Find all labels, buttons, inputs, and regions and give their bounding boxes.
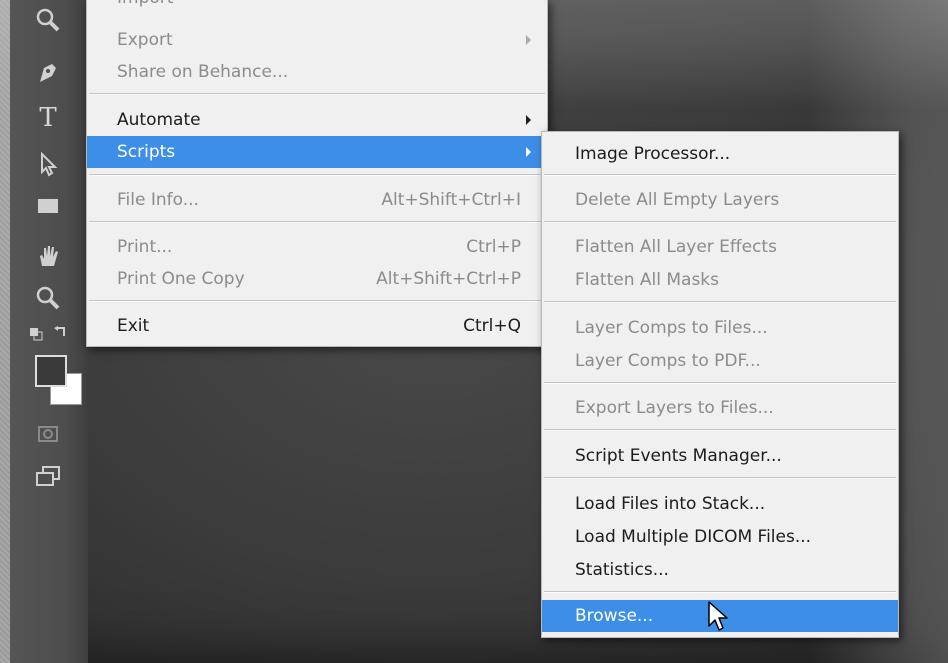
menu-item-label: Layer Comps to Files... (575, 318, 768, 338)
menu-item-export[interactable]: Export (87, 24, 547, 56)
menu-item-label: Export Layers to Files... (575, 398, 774, 418)
menu-separator (544, 174, 896, 176)
menu-separator (544, 429, 896, 431)
menu-item-import[interactable]: Import (87, 0, 547, 14)
menu-item-label: Layer Comps to PDF... (575, 351, 761, 371)
path-select-icon[interactable] (32, 150, 64, 182)
menu-item-script-events-manager[interactable]: Script Events Manager... (542, 440, 898, 472)
menu-item-label: Print... (117, 237, 173, 257)
menu-item-shortcut: Ctrl+Q (463, 316, 521, 336)
menu-item-statistics[interactable]: Statistics... (542, 554, 898, 586)
menu-item-layer-comps-pdf[interactable]: Layer Comps to PDF... (542, 345, 898, 377)
menu-item-print-one-copy[interactable]: Print One Copy Alt+Shift+Ctrl+P (87, 263, 547, 295)
menu-item-shortcut: Alt+Shift+Ctrl+I (381, 190, 521, 210)
menu-item-shortcut: Ctrl+P (466, 237, 521, 257)
hand-icon[interactable] (32, 242, 64, 274)
menu-item-label: Exit (117, 316, 150, 336)
swap-colors-icon[interactable] (24, 322, 74, 354)
chevron-right-icon (526, 147, 531, 157)
menu-item-label: Share on Behance... (117, 62, 289, 82)
scripts-submenu: Image Processor... Delete All Empty Laye… (541, 131, 899, 638)
zoom-icon[interactable] (32, 6, 64, 38)
chevron-right-icon (526, 35, 531, 45)
type-icon[interactable]: T (32, 102, 64, 134)
screen-mode-icon[interactable] (32, 462, 64, 494)
menu-item-label: Flatten All Layer Effects (575, 237, 777, 257)
menu-item-flatten-layer-effects[interactable]: Flatten All Layer Effects (542, 231, 898, 263)
menu-item-label: Automate (117, 110, 201, 130)
menu-item-label: Import (117, 0, 173, 14)
menu-separator (544, 301, 896, 303)
menu-item-label: Export (117, 30, 173, 50)
menu-item-shortcut: Alt+Shift+Ctrl+P (376, 269, 521, 289)
menu-item-load-dicom[interactable]: Load Multiple DICOM Files... (542, 521, 898, 553)
menu-separator (89, 174, 545, 176)
menu-item-label: Print One Copy (117, 269, 245, 289)
quick-mask-icon[interactable] (32, 420, 64, 452)
menu-separator (89, 221, 545, 223)
menu-item-label: Delete All Empty Layers (575, 190, 780, 210)
menu-separator (544, 477, 896, 479)
foreground-color-swatch[interactable] (35, 355, 67, 387)
menu-item-image-processor[interactable]: Image Processor... (542, 138, 898, 170)
zoom-icon[interactable] (32, 284, 64, 316)
menu-item-label: Load Multiple DICOM Files... (575, 527, 812, 547)
menu-item-label: Image Processor... (575, 144, 731, 164)
menu-item-layer-comps-files[interactable]: Layer Comps to Files... (542, 312, 898, 344)
menu-item-label: Scripts (117, 142, 176, 162)
menu-separator (544, 221, 896, 223)
menu-item-scripts[interactable]: Scripts (87, 136, 547, 168)
menu-item-delete-empty-layers[interactable]: Delete All Empty Layers (542, 184, 898, 216)
menu-item-label: Statistics... (575, 560, 669, 580)
menu-item-file-info[interactable]: File Info... Alt+Shift+Ctrl+I (87, 184, 547, 216)
menu-separator (544, 591, 896, 593)
menu-item-label: Script Events Manager... (575, 446, 782, 466)
menu-item-label: File Info... (117, 190, 199, 210)
menu-item-label: Load Files into Stack... (575, 494, 766, 514)
menu-item-share-behance[interactable]: Share on Behance... (87, 56, 547, 88)
chevron-right-icon (526, 115, 531, 125)
menu-item-load-files-stack[interactable]: Load Files into Stack... (542, 488, 898, 520)
menu-item-flatten-masks[interactable]: Flatten All Masks (542, 264, 898, 296)
menu-item-label: Browse... (575, 606, 654, 626)
menu-separator (89, 93, 545, 95)
menu-item-export-layers[interactable]: Export Layers to Files... (542, 392, 898, 424)
menu-item-exit[interactable]: Exit Ctrl+Q (87, 310, 547, 342)
menu-item-label: Flatten All Masks (575, 270, 720, 290)
menu-separator (89, 300, 545, 302)
mouse-cursor-icon (707, 600, 731, 634)
pen-icon[interactable] (32, 58, 64, 90)
menu-item-automate[interactable]: Automate (87, 104, 547, 136)
rectangle-icon[interactable] (32, 192, 64, 224)
menu-separator (544, 382, 896, 384)
file-menu: Import Export Share on Behance... Automa… (86, 0, 548, 347)
menu-item-print[interactable]: Print... Ctrl+P (87, 231, 547, 263)
tools-panel: T (10, 0, 88, 663)
